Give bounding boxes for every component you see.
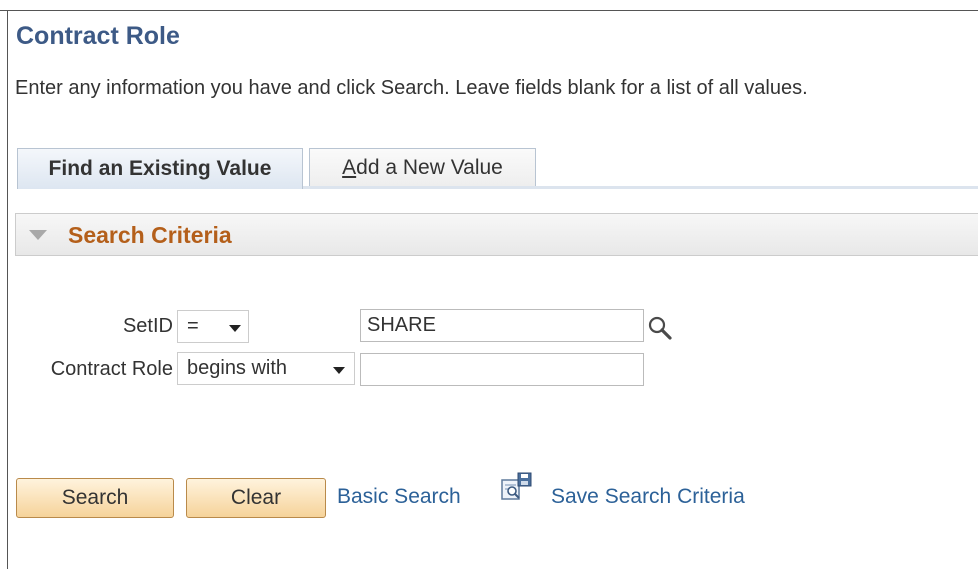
search-criteria-title: Search Criteria bbox=[68, 222, 232, 248]
frame-left-border bbox=[7, 10, 8, 569]
contract-role-operator-value: begins with bbox=[187, 357, 288, 379]
dropdown-arrow-icon bbox=[333, 367, 345, 374]
tab-add-new-value[interactable]: Add a New Value bbox=[309, 148, 536, 186]
triangle-down-icon[interactable] bbox=[29, 230, 47, 240]
tab-find-existing-value-label: Find an Existing Value bbox=[48, 157, 272, 180]
search-button[interactable]: Search bbox=[16, 478, 174, 518]
tab-find-existing-value[interactable]: Find an Existing Value bbox=[17, 148, 303, 189]
frame-top-border bbox=[0, 10, 978, 11]
contract-role-operator-select[interactable]: begins with bbox=[177, 352, 355, 385]
setid-operator-value: = bbox=[187, 315, 199, 337]
contract-role-input[interactable] bbox=[360, 353, 644, 386]
setid-label: SetID bbox=[122, 315, 173, 337]
search-criteria-header[interactable]: Search Criteria bbox=[15, 213, 978, 256]
dropdown-arrow-icon bbox=[229, 325, 241, 332]
tab-add-new-value-label: Add a New Value bbox=[342, 155, 503, 179]
setid-operator-select[interactable]: = bbox=[177, 310, 249, 343]
clear-button[interactable]: Clear bbox=[186, 478, 326, 518]
page-title: Contract Role bbox=[16, 22, 180, 50]
contract-role-label: Contract Role bbox=[50, 358, 173, 380]
save-search-criteria-link[interactable]: Save Search Criteria bbox=[551, 485, 745, 509]
setid-input[interactable] bbox=[360, 309, 644, 342]
magnifier-icon[interactable] bbox=[647, 315, 673, 341]
basic-search-link[interactable]: Basic Search bbox=[337, 485, 461, 509]
save-search-icon[interactable] bbox=[499, 472, 533, 502]
instructions-text: Enter any information you have and click… bbox=[15, 77, 808, 99]
